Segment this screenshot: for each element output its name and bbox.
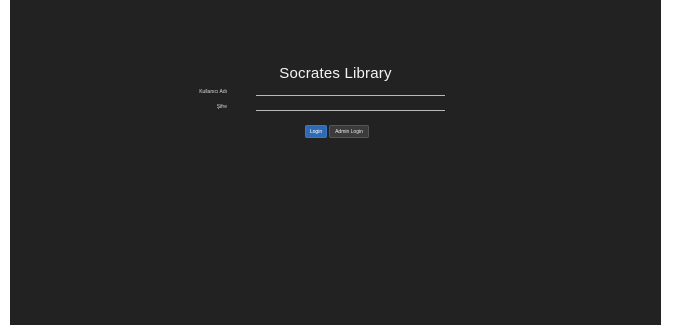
username-input[interactable] xyxy=(256,88,445,96)
username-label: Kullanıcı Adı xyxy=(199,89,227,95)
login-button[interactable]: Login xyxy=(305,125,327,138)
password-input[interactable] xyxy=(256,103,445,111)
page-title: Socrates Library xyxy=(279,65,392,82)
admin-login-button[interactable]: Admin Login xyxy=(329,125,369,138)
login-screen: Socrates Library Kullanıcı Adı Şifre Log… xyxy=(10,0,661,325)
password-label: Şifre xyxy=(216,104,227,110)
